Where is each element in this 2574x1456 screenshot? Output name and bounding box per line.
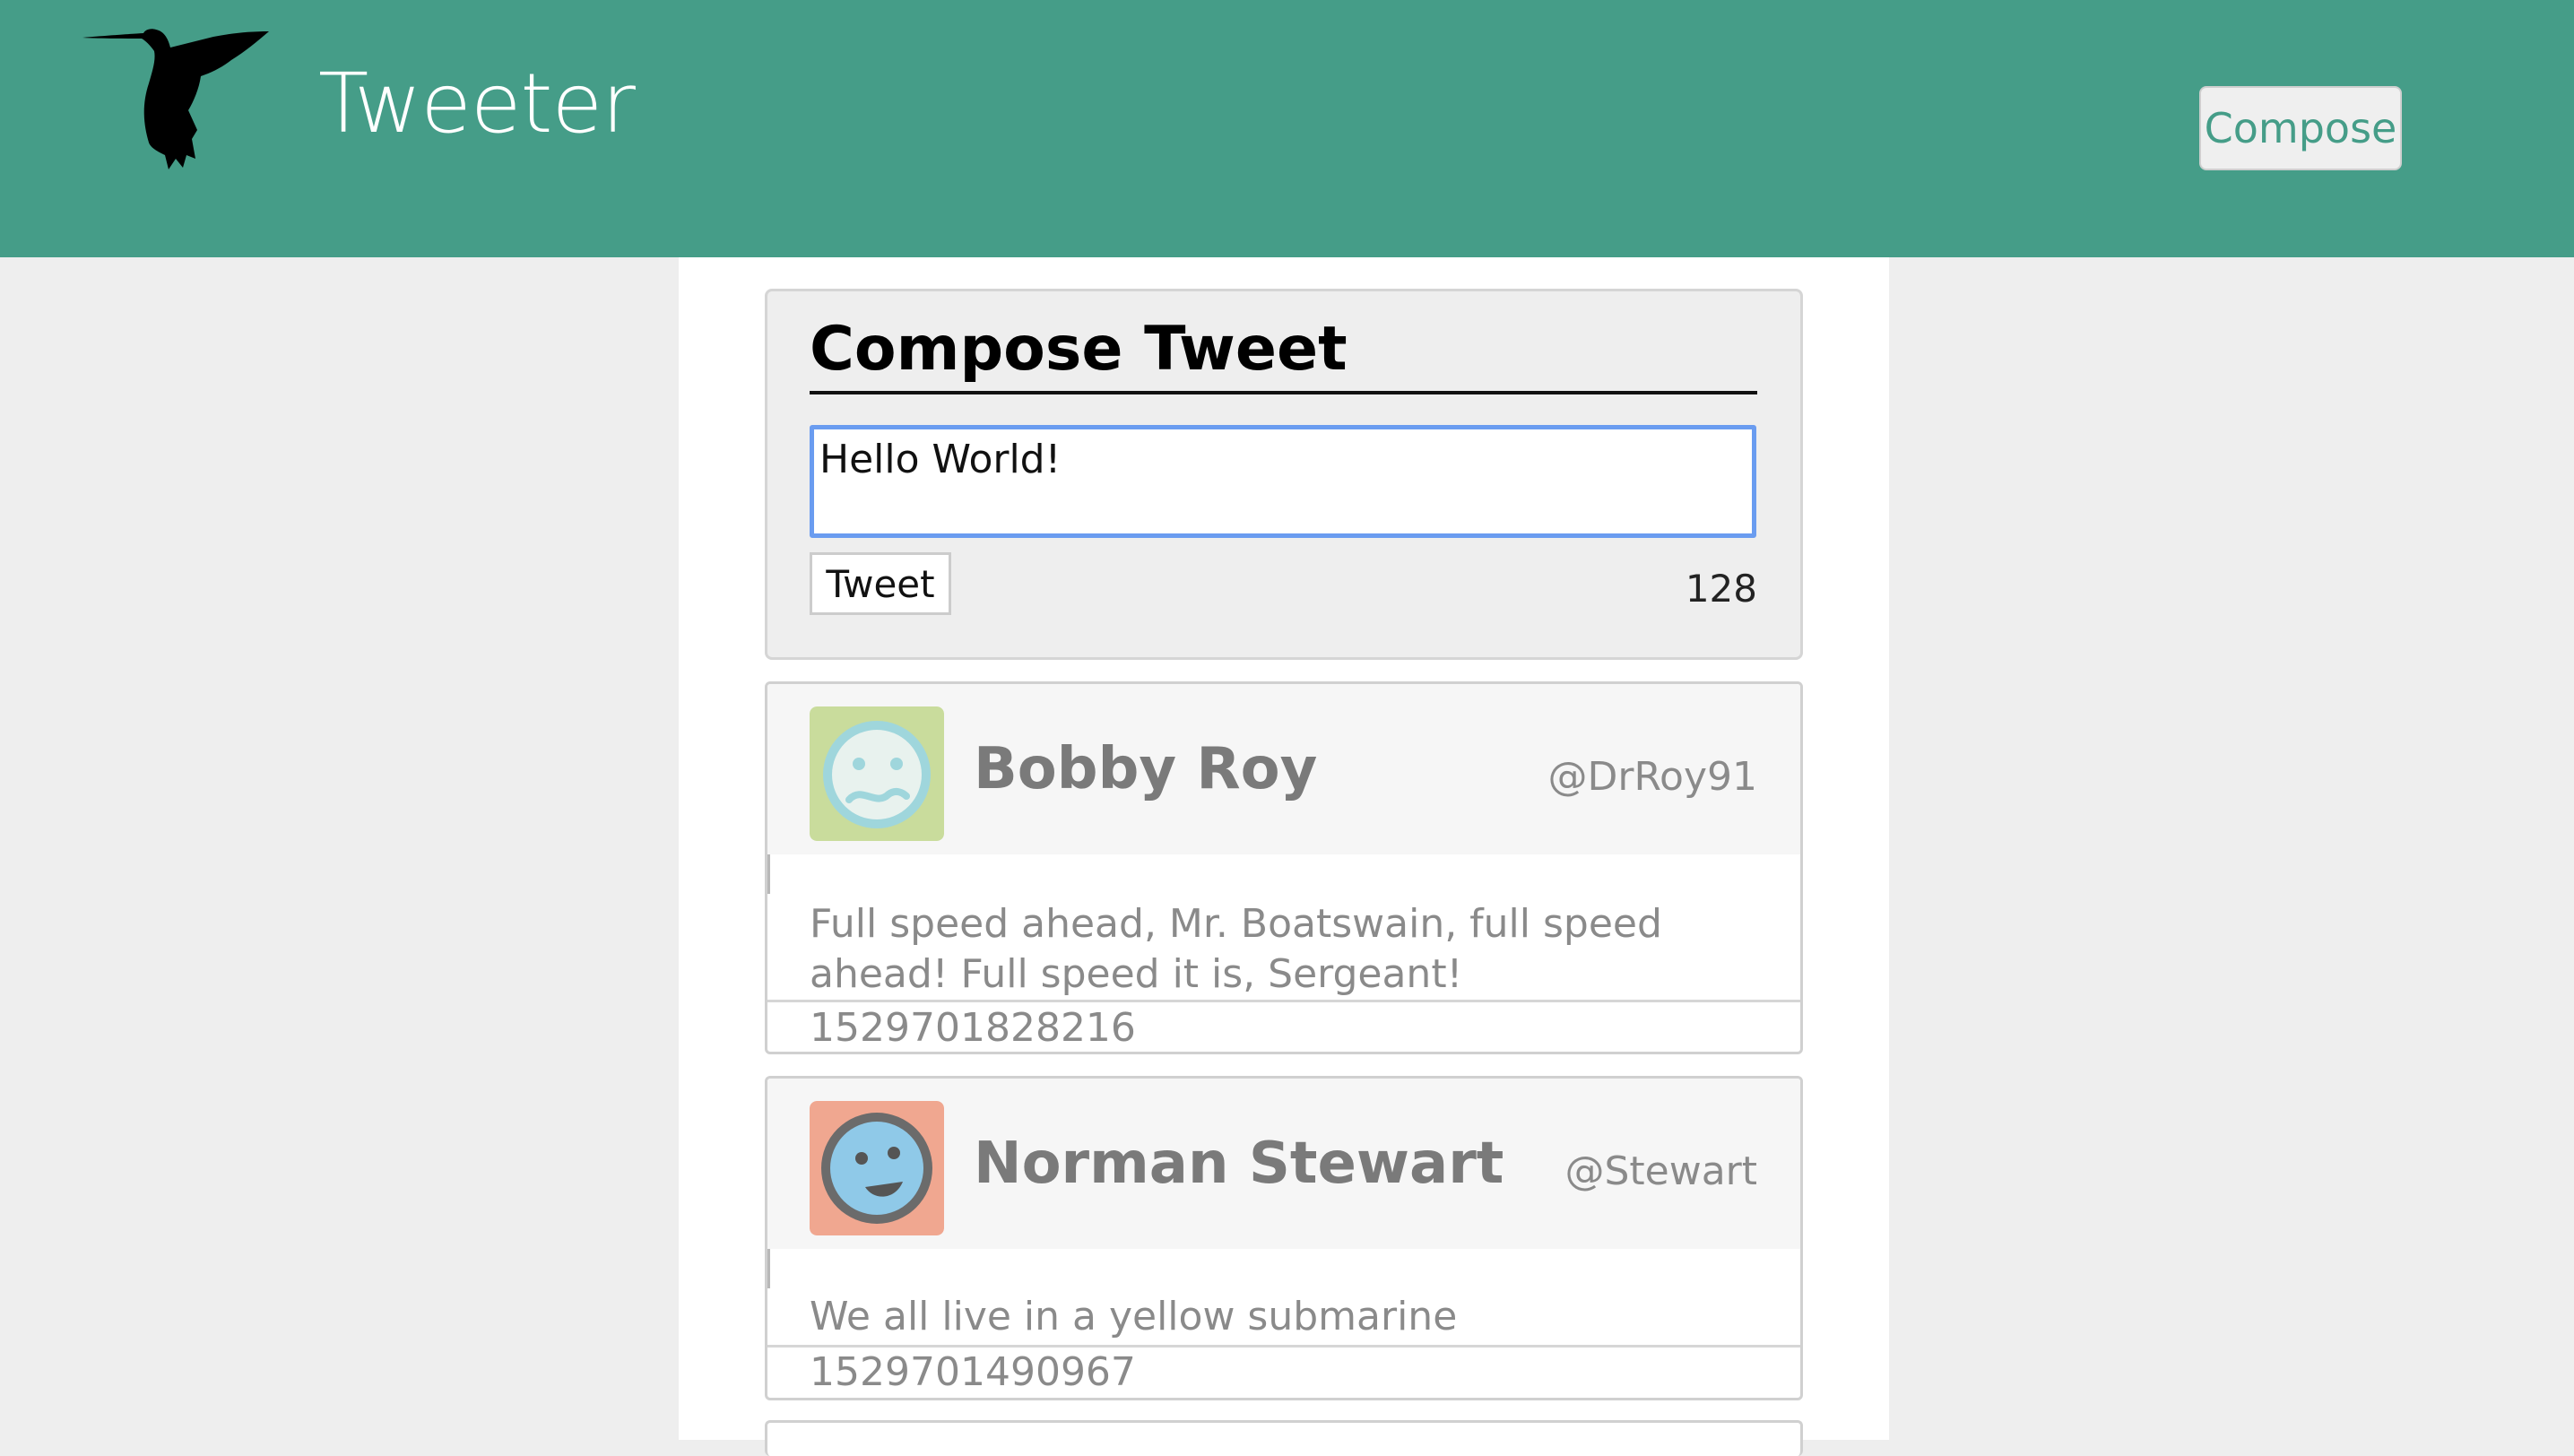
compose-title-divider [810,391,1757,394]
tweet-body: Full speed ahead, Mr. Boatswain, full sp… [810,901,1662,997]
tweet-footer-divider [767,1000,1800,1002]
tweet-body: We all live in a yellow submarine [810,1294,1458,1339]
tweet-author-handle: @Stewart [1564,1148,1757,1194]
tweet-card: Bobby Roy @DrRoy91 Full speed ahead, Mr.… [765,681,1803,1054]
tweet-header: Bobby Roy @DrRoy91 [767,684,1800,854]
hummingbird-icon [82,29,269,169]
tweet-header: Norman Stewart @Stewart [767,1079,1800,1249]
tweet-author-name: Norman Stewart [974,1131,1504,1197]
tweet-side-marker [767,854,770,894]
compose-toggle-button[interactable]: Compose [2199,86,2402,170]
char-counter: 128 [1685,567,1757,611]
tweet-timestamp: 1529701490967 [810,1349,1136,1395]
tweet-author-name: Bobby Roy [974,736,1318,802]
tweet-footer-divider [767,1345,1800,1348]
top-nav-bar: Tweeter Compose [0,0,2574,257]
smiling-face-avatar-icon [810,1101,944,1235]
tweet-text-input[interactable] [810,425,1756,538]
tweet-timestamp: 1529701828216 [810,1005,1136,1051]
tweet-submit-button[interactable]: Tweet [810,552,951,615]
compose-title: Compose Tweet [810,314,1348,385]
brand-title: Tweeter [318,56,636,152]
worried-face-avatar-icon [810,706,944,841]
tweet-author-handle: @DrRoy91 [1547,754,1757,800]
tweet-card [765,1420,1803,1456]
tweet-side-marker [767,1249,770,1288]
tweet-card: Norman Stewart @Stewart We all live in a… [765,1076,1803,1400]
